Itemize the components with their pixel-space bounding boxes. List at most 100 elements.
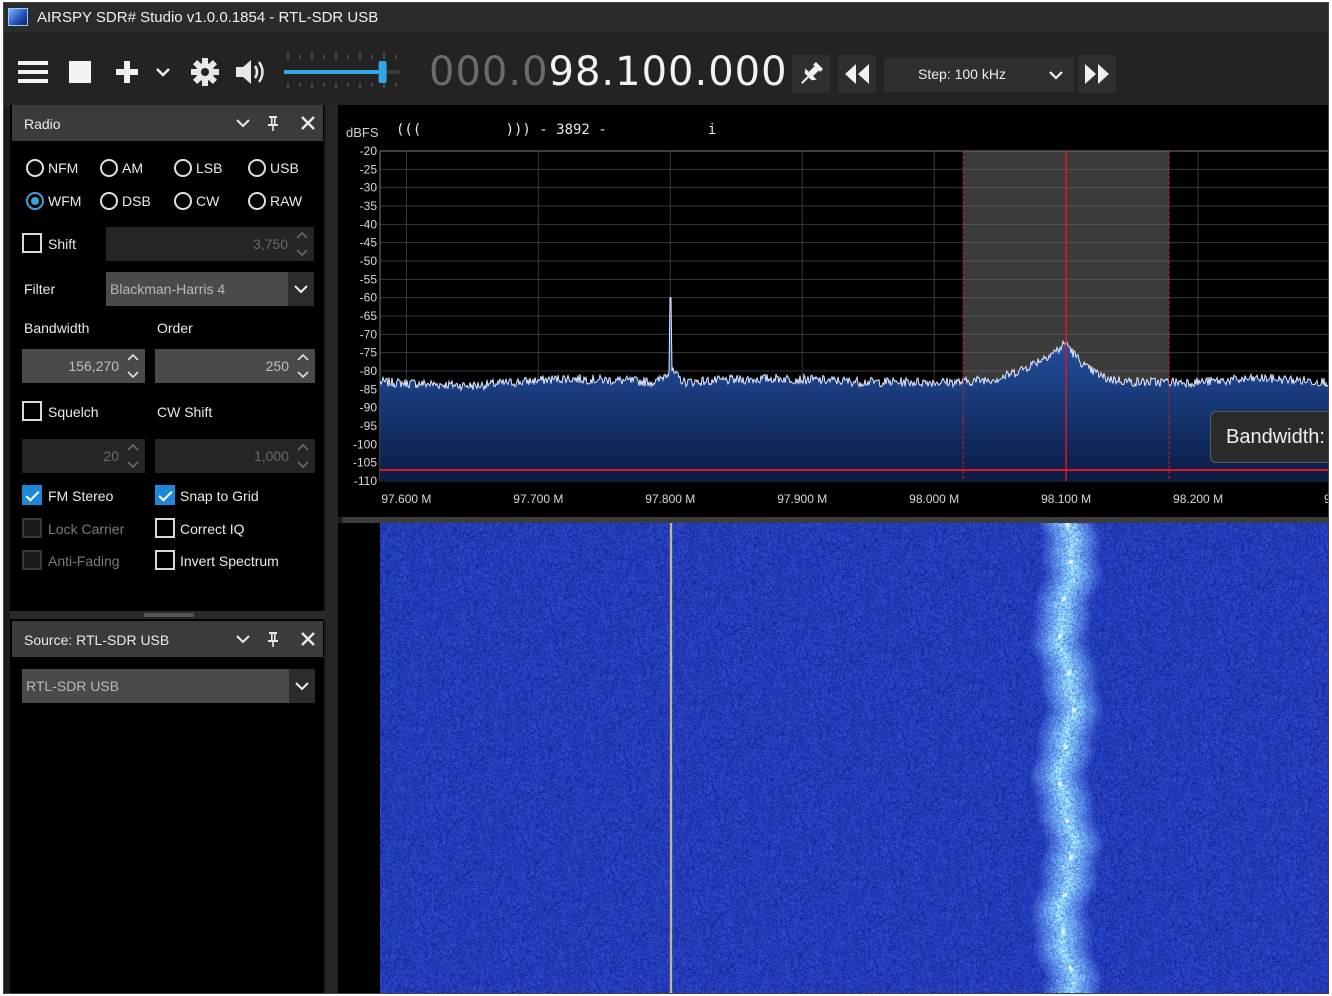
mode-label: USB xyxy=(270,160,299,176)
volume-level-fill xyxy=(284,70,383,74)
squelch-label: Squelch xyxy=(48,404,99,420)
y-tick-label: -35 xyxy=(360,199,378,213)
radio-usb[interactable] xyxy=(248,159,266,177)
step-size-value: Step: 100 kHz xyxy=(918,66,1006,82)
snap-to-grid-label: Snap to Grid xyxy=(180,488,259,504)
spin-arrows-icon[interactable] xyxy=(125,351,141,381)
correct-iq-checkbox[interactable] xyxy=(155,518,175,538)
order-input[interactable]: 250 xyxy=(155,349,315,383)
invert-spectrum-label: Invert Spectrum xyxy=(180,553,279,569)
y-tick-label: -40 xyxy=(360,217,378,231)
invert-spectrum-checkbox[interactable] xyxy=(155,550,175,570)
bandwidth-tooltip: Bandwidth: xyxy=(1210,411,1328,463)
shift-input[interactable]: 3,750 xyxy=(106,227,314,261)
x-tick-label: 97.700 M xyxy=(513,492,563,506)
step-size-select[interactable]: Step: 100 kHz xyxy=(884,58,1074,92)
y-tick-label: -45 xyxy=(360,236,378,250)
frequency-leading-digits: 000.0 xyxy=(429,49,549,95)
spin-arrows-icon[interactable] xyxy=(295,351,311,381)
radio-cw[interactable] xyxy=(174,192,192,210)
menu-icon[interactable] xyxy=(16,57,50,87)
fast-forward-icon[interactable] xyxy=(1078,55,1116,93)
waterfall-display[interactable] xyxy=(338,523,1328,993)
pin-icon[interactable] xyxy=(792,55,830,93)
chevron-down-icon[interactable] xyxy=(234,114,252,132)
y-tick-label: -80 xyxy=(360,364,378,378)
spectrum-plot[interactable]: -20 -25 -30 -35 -40 -45 -50 -55 -60 -65 -70 -75 -80 -… xyxy=(338,105,1329,517)
vertical-splitter[interactable] xyxy=(326,105,338,993)
order-value: 250 xyxy=(265,358,289,374)
speaker-icon[interactable] xyxy=(232,55,270,89)
spin-arrows-icon[interactable] xyxy=(125,441,141,471)
volume-slider[interactable] xyxy=(280,47,408,97)
pin-icon[interactable] xyxy=(264,114,282,132)
radio-lsb[interactable] xyxy=(174,159,192,177)
chevron-down-icon[interactable] xyxy=(289,669,315,703)
filter-value: Blackman-Harris 4 xyxy=(110,281,226,297)
squelch-checkbox[interactable] xyxy=(22,401,42,421)
device-select[interactable]: RTL-SDR USB xyxy=(22,669,315,703)
anti-fading-label: Anti-Fading xyxy=(48,553,120,569)
squelch-value: 20 xyxy=(103,448,119,464)
shift-value: 3,750 xyxy=(252,236,288,252)
lock-carrier-label: Lock Carrier xyxy=(48,521,125,537)
snap-to-grid-checkbox[interactable] xyxy=(155,485,175,505)
y-tick-label: -70 xyxy=(360,327,378,341)
device-value: RTL-SDR USB xyxy=(26,678,120,694)
x-axis-labels: 97.600 M 97.700 M 97.800 M 97.900 M 98.000 M… xyxy=(381,492,1328,506)
cw-shift-label: CW Shift xyxy=(157,404,213,420)
fm-stereo-label: FM Stereo xyxy=(48,488,114,504)
bandwidth-label: Bandwidth xyxy=(24,320,90,336)
cw-shift-input[interactable]: 1,000 xyxy=(155,439,315,473)
radio-raw[interactable] xyxy=(248,192,266,210)
waterfall-canvas[interactable] xyxy=(380,523,1328,993)
stop-icon[interactable] xyxy=(64,57,96,87)
y-tick-label: -85 xyxy=(360,382,378,396)
radio-panel-header: Radio xyxy=(12,105,323,141)
mode-label: NFM xyxy=(48,160,79,176)
chevron-down-icon[interactable] xyxy=(152,61,174,83)
spectrum-trace xyxy=(379,297,1328,392)
chevron-down-icon[interactable] xyxy=(288,272,314,306)
close-icon[interactable] xyxy=(299,114,317,132)
cw-shift-value: 1,000 xyxy=(253,448,289,464)
gear-icon[interactable] xyxy=(188,55,222,89)
bandwidth-input[interactable]: 156,270 xyxy=(22,349,145,383)
frequency-digits: 98.100.000 xyxy=(548,49,788,95)
radio-am[interactable] xyxy=(100,159,118,177)
source-panel: Source: RTL-SDR USB RTL-SDR USB xyxy=(12,621,323,993)
x-tick-label: 97.800 M xyxy=(645,492,695,506)
x-tick-label: 97.600 M xyxy=(381,492,431,506)
radio-wfm[interactable] xyxy=(26,192,44,210)
shift-checkbox[interactable] xyxy=(22,233,42,253)
mode-label: AM xyxy=(122,160,143,176)
add-icon[interactable] xyxy=(112,57,142,87)
lock-carrier-checkbox[interactable] xyxy=(22,518,42,538)
pin-icon[interactable] xyxy=(264,630,282,648)
chevron-down-icon[interactable] xyxy=(234,630,252,648)
radio-dsb[interactable] xyxy=(100,192,118,210)
spectrum-display[interactable]: dBFS ((( ))) - 3892 - i -20 -25 -30 -35 -40-… xyxy=(338,105,1329,517)
splitter-grip[interactable] xyxy=(144,613,194,617)
panel-splitter[interactable] xyxy=(10,611,326,619)
radio-nfm[interactable] xyxy=(26,159,44,177)
x-tick-label: 98.100 M xyxy=(1041,492,1091,506)
anti-fading-checkbox[interactable] xyxy=(22,550,42,570)
y-axis-labels: -20 -25 -30 -35 -40 -45 -50 -55 -60 -65 -70 -75 -80 -… xyxy=(353,144,377,488)
title-bar: AIRSPY SDR# Studio v1.0.0.1854 - RTL-SDR… xyxy=(4,3,1328,33)
y-tick-label: -75 xyxy=(360,346,378,360)
squelch-input[interactable]: 20 xyxy=(22,439,145,473)
close-icon[interactable] xyxy=(299,630,317,648)
filter-select[interactable]: Blackman-Harris 4 xyxy=(106,272,314,306)
spin-arrows-icon[interactable] xyxy=(295,441,311,471)
frequency-display[interactable]: 000.098.100.000 xyxy=(429,49,788,95)
source-panel-header: Source: RTL-SDR USB xyxy=(12,621,323,657)
rewind-icon[interactable] xyxy=(838,55,876,93)
mode-label: CW xyxy=(196,193,220,209)
fm-stereo-checkbox[interactable] xyxy=(22,485,42,505)
spin-arrows-icon[interactable] xyxy=(294,229,310,259)
y-tick-label: -20 xyxy=(360,144,378,158)
spectrum-fill xyxy=(380,297,1328,481)
app-logo-icon xyxy=(8,8,28,26)
volume-slider-thumb[interactable] xyxy=(378,61,387,83)
